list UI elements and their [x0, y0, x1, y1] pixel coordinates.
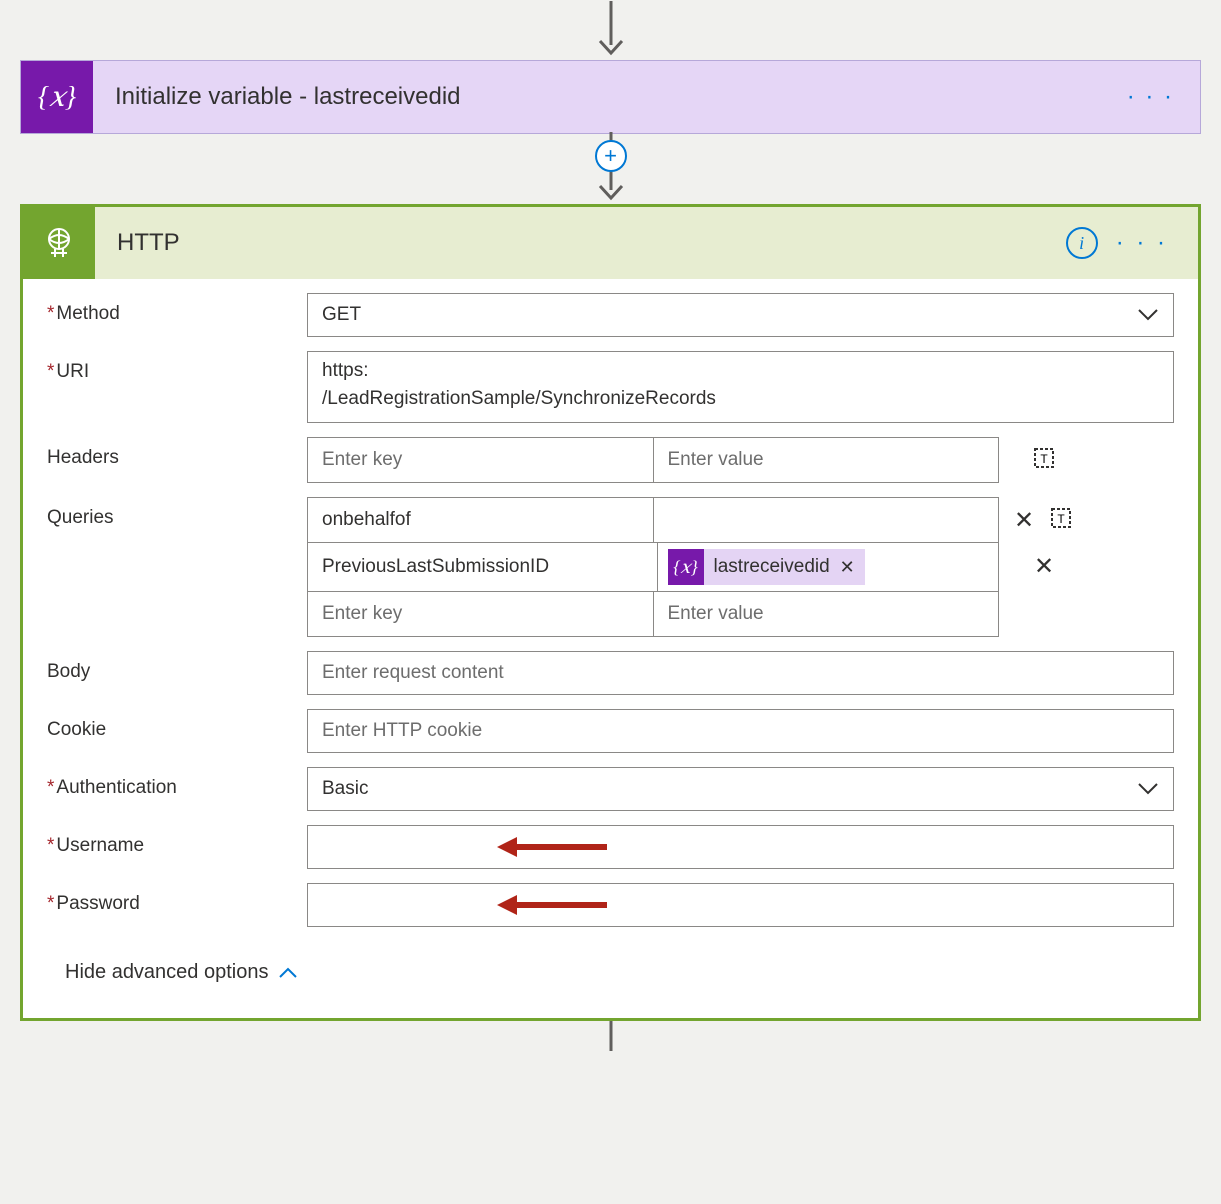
variable-icon: {𝑥} — [21, 61, 93, 133]
query3-key-input[interactable]: Enter key — [308, 592, 653, 636]
query1-key-input[interactable]: onbehalfof — [308, 498, 653, 542]
auth-label: *Authentication — [47, 767, 307, 799]
http-icon — [23, 207, 95, 279]
http-menu-button[interactable]: · · · — [1116, 229, 1198, 257]
headers-table: Enter key Enter value — [307, 437, 999, 483]
cookie-input[interactable] — [307, 709, 1174, 753]
headers-key-input[interactable]: Enter key — [308, 438, 653, 482]
body-input[interactable] — [307, 651, 1174, 695]
uri-label: *URI — [47, 351, 307, 383]
body-label: Body — [47, 651, 307, 683]
svg-text:T: T — [1057, 512, 1065, 526]
hide-advanced-toggle[interactable]: Hide advanced options — [47, 941, 1174, 988]
auth-select[interactable]: Basic — [307, 767, 1174, 811]
step-http: HTTP i · · · *Method GET *URI — [20, 204, 1201, 1021]
query1-delete-button[interactable]: ✕ — [1014, 506, 1034, 535]
http-title: HTTP — [95, 229, 1066, 257]
headers-value-input[interactable]: Enter value — [653, 438, 999, 482]
flow-connector-mid: + — [20, 132, 1201, 204]
queries-text-mode-button[interactable]: T — [1048, 505, 1074, 536]
svg-text:T: T — [1040, 452, 1048, 466]
uri-input[interactable]: https: /LeadRegistrationSample/Synchroni… — [307, 351, 1174, 423]
add-step-button[interactable]: + — [595, 140, 627, 172]
step-initialize-variable[interactable]: {𝑥} Initialize variable - lastreceivedid… — [20, 60, 1201, 134]
password-label: *Password — [47, 883, 307, 915]
chevron-up-icon — [278, 967, 298, 979]
headers-text-mode-button[interactable]: T — [1031, 445, 1057, 476]
step-title: Initialize variable - lastreceivedid — [93, 83, 1101, 111]
flow-connector-bottom — [20, 1021, 1201, 1051]
queries-table: onbehalfof PreviousLastSubmissionID {𝑥} … — [307, 497, 999, 637]
token-remove-button[interactable]: ✕ — [840, 557, 855, 578]
step-menu-button[interactable]: · · · — [1101, 83, 1200, 111]
query2-key-input[interactable]: PreviousLastSubmissionID — [308, 543, 657, 591]
cookie-label: Cookie — [47, 709, 307, 741]
query2-delete-button[interactable]: ✕ — [1034, 552, 1054, 581]
query3-value-input[interactable]: Enter value — [653, 592, 999, 636]
method-select[interactable]: GET — [307, 293, 1174, 337]
username-input[interactable] — [307, 825, 1174, 869]
queries-label: Queries — [47, 497, 307, 529]
flow-connector-top — [20, 0, 1201, 60]
query2-value-input[interactable]: {𝑥} lastreceivedid ✕ — [657, 543, 999, 591]
password-input[interactable] — [307, 883, 1174, 927]
variable-icon: {𝑥} — [668, 549, 704, 585]
info-icon[interactable]: i — [1066, 227, 1098, 259]
method-label: *Method — [47, 293, 307, 325]
token-lastreceivedid[interactable]: {𝑥} lastreceivedid ✕ — [668, 549, 865, 585]
query1-value-input[interactable] — [653, 498, 999, 542]
headers-label: Headers — [47, 437, 307, 469]
username-label: *Username — [47, 825, 307, 857]
